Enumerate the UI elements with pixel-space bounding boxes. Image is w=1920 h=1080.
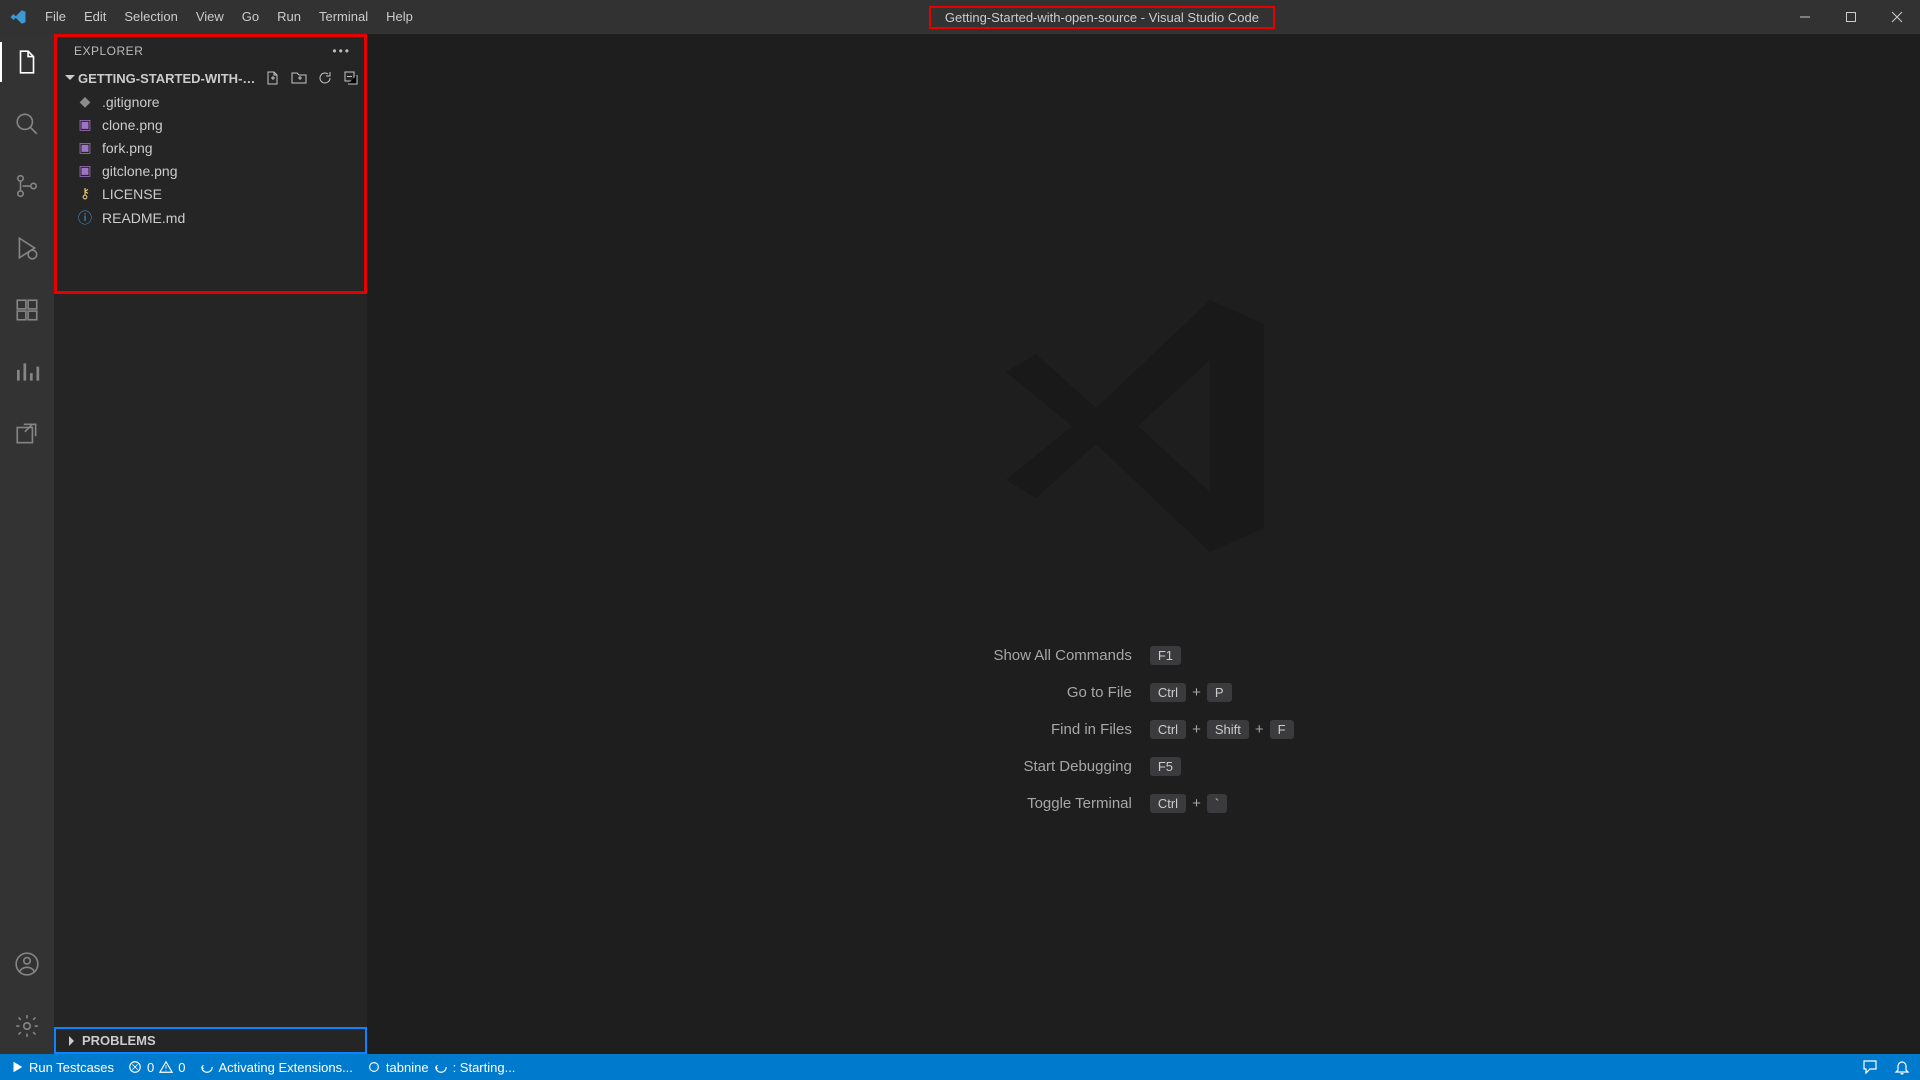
folder-header[interactable]: GETTING-STARTED-WITH-O... bbox=[54, 66, 367, 90]
info-file-icon: ⓘ bbox=[76, 208, 94, 228]
key-badge: F5 bbox=[1150, 757, 1181, 776]
run-debug-tab-icon[interactable] bbox=[0, 228, 54, 268]
shortcut-label: Start Debugging bbox=[993, 758, 1131, 775]
extensions-tab-icon[interactable] bbox=[0, 290, 54, 330]
status-bar: Run Testcases 0 0 Activating Extensions.… bbox=[0, 1054, 1920, 1080]
graph-tab-icon[interactable] bbox=[0, 352, 54, 392]
activity-bar bbox=[0, 34, 54, 1054]
file-item[interactable]: ⓘREADME.md bbox=[54, 205, 367, 231]
menu-go[interactable]: Go bbox=[233, 0, 268, 34]
menu-view[interactable]: View bbox=[187, 0, 233, 34]
status-activating[interactable]: Activating Extensions... bbox=[200, 1060, 353, 1075]
vscode-watermark-icon bbox=[994, 276, 1294, 576]
folder-name: GETTING-STARTED-WITH-O... bbox=[78, 71, 263, 86]
source-control-tab-icon[interactable] bbox=[0, 166, 54, 206]
close-button[interactable] bbox=[1874, 0, 1920, 34]
minimize-button[interactable] bbox=[1782, 0, 1828, 34]
window-controls bbox=[1782, 0, 1920, 34]
shortcut-label: Go to File bbox=[993, 684, 1131, 701]
menu-selection[interactable]: Selection bbox=[115, 0, 186, 34]
explorer-title: EXPLORER bbox=[74, 44, 143, 58]
explorer-sidebar: EXPLORER ••• GETTING-STARTED-WITH-O... ◆… bbox=[54, 34, 367, 1054]
license-file-icon: ⚷ bbox=[76, 185, 94, 202]
refresh-icon[interactable] bbox=[317, 70, 333, 86]
new-folder-icon[interactable] bbox=[291, 70, 307, 86]
key-badge: Shift bbox=[1207, 720, 1249, 739]
file-item[interactable]: ▣fork.png bbox=[54, 136, 367, 159]
accounts-icon[interactable] bbox=[0, 944, 54, 984]
menubar: File Edit Selection View Go Run Terminal… bbox=[36, 0, 422, 34]
maximize-button[interactable] bbox=[1828, 0, 1874, 34]
key-badge: P bbox=[1207, 683, 1232, 702]
collapse-all-icon[interactable] bbox=[343, 70, 359, 86]
menu-run[interactable]: Run bbox=[268, 0, 310, 34]
image-file-icon: ▣ bbox=[76, 139, 94, 156]
key-badge: Ctrl bbox=[1150, 720, 1186, 739]
new-file-icon[interactable] bbox=[265, 70, 281, 86]
vscode-logo-icon bbox=[0, 8, 36, 26]
main-area: EXPLORER ••• GETTING-STARTED-WITH-O... ◆… bbox=[0, 34, 1920, 1054]
menu-file[interactable]: File bbox=[36, 0, 75, 34]
key-badge: Ctrl bbox=[1150, 683, 1186, 702]
search-tab-icon[interactable] bbox=[0, 104, 54, 144]
menu-edit[interactable]: Edit bbox=[75, 0, 115, 34]
shortcut-label: Show All Commands bbox=[993, 647, 1131, 664]
status-feedback-icon[interactable] bbox=[1862, 1059, 1878, 1075]
menu-terminal[interactable]: Terminal bbox=[310, 0, 377, 34]
status-problems[interactable]: 0 0 bbox=[128, 1060, 185, 1075]
image-file-icon: ▣ bbox=[76, 162, 94, 179]
key-badge: F bbox=[1270, 720, 1294, 739]
file-item[interactable]: ⚷LICENSE bbox=[54, 182, 367, 205]
image-file-icon: ▣ bbox=[76, 116, 94, 133]
window-title: Getting-Started-with-open-source - Visua… bbox=[422, 10, 1782, 25]
explorer-tab-icon[interactable] bbox=[0, 42, 54, 82]
chevron-down-icon bbox=[64, 72, 76, 84]
status-tabnine[interactable]: tabnine : Starting... bbox=[367, 1060, 516, 1075]
status-bell-icon[interactable] bbox=[1894, 1059, 1910, 1075]
file-item[interactable]: ▣clone.png bbox=[54, 113, 367, 136]
problems-section[interactable]: PROBLEMS bbox=[54, 1027, 367, 1054]
file-tree: ◆.gitignore ▣clone.png ▣fork.png ▣gitclo… bbox=[54, 90, 367, 231]
remote-tab-icon[interactable] bbox=[0, 414, 54, 454]
settings-gear-icon[interactable] bbox=[0, 1006, 54, 1046]
chevron-right-icon bbox=[66, 1035, 78, 1047]
shortcut-label: Find in Files bbox=[993, 721, 1131, 738]
shortcut-label: Toggle Terminal bbox=[993, 795, 1131, 812]
status-run-testcases[interactable]: Run Testcases bbox=[10, 1060, 114, 1075]
key-badge: F1 bbox=[1150, 646, 1181, 665]
shortcut-list: Show All Commands F1 Go to File Ctrl+P F… bbox=[993, 646, 1293, 813]
key-badge: Ctrl bbox=[1150, 794, 1186, 813]
git-file-icon: ◆ bbox=[76, 93, 94, 110]
titlebar: File Edit Selection View Go Run Terminal… bbox=[0, 0, 1920, 34]
file-item[interactable]: ▣gitclone.png bbox=[54, 159, 367, 182]
key-badge: ` bbox=[1207, 794, 1227, 813]
more-actions-icon[interactable]: ••• bbox=[332, 44, 351, 58]
editor-welcome: Show All Commands F1 Go to File Ctrl+P F… bbox=[367, 34, 1920, 1054]
menu-help[interactable]: Help bbox=[377, 0, 422, 34]
file-item[interactable]: ◆.gitignore bbox=[54, 90, 367, 113]
